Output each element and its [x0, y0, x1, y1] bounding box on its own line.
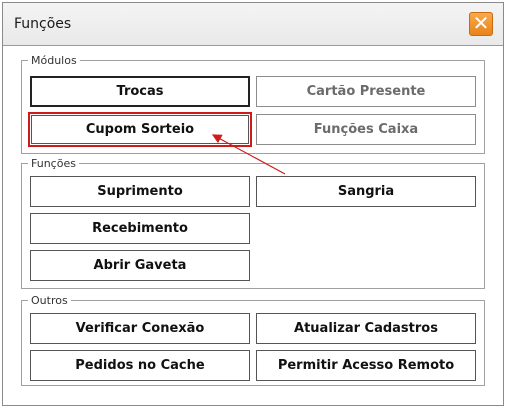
suprimento-button[interactable]: Suprimento — [30, 176, 250, 207]
modulos-legend: Módulos — [31, 54, 77, 67]
window-title: Funções — [14, 16, 72, 32]
cupom-sorteio-button[interactable]: Cupom Sorteio — [28, 112, 252, 147]
cartao-presente-button[interactable]: Cartão Presente — [256, 76, 476, 107]
atualizar-cadastros-button[interactable]: Atualizar Cadastros — [256, 313, 476, 344]
close-button[interactable]: ✕ — [469, 12, 493, 36]
abrir-gaveta-button[interactable]: Abrir Gaveta — [30, 250, 250, 281]
funcoes-legend: Funções — [31, 157, 76, 170]
sangria-button[interactable]: Sangria — [256, 176, 476, 207]
close-x-icon: ✕ — [472, 11, 490, 35]
permitir-acesso-remoto-button[interactable]: Permitir Acesso Remoto — [256, 350, 476, 381]
funcoes-window: Funções ✕ Módulos Trocas Cartão Presente… — [2, 2, 504, 406]
funcoes-caixa-button[interactable]: Funções Caixa — [256, 114, 476, 145]
recebimento-button[interactable]: Recebimento — [30, 213, 250, 244]
title-bar: Funções ✕ — [3, 3, 503, 46]
verificar-conexao-button[interactable]: Verificar Conexão — [30, 313, 250, 344]
outros-legend: Outros — [31, 294, 68, 307]
window-content: Módulos Trocas Cartão Presente Cupom Sor… — [3, 46, 503, 405]
pedidos-cache-button[interactable]: Pedidos no Cache — [30, 350, 250, 381]
trocas-button[interactable]: Trocas — [30, 76, 250, 107]
